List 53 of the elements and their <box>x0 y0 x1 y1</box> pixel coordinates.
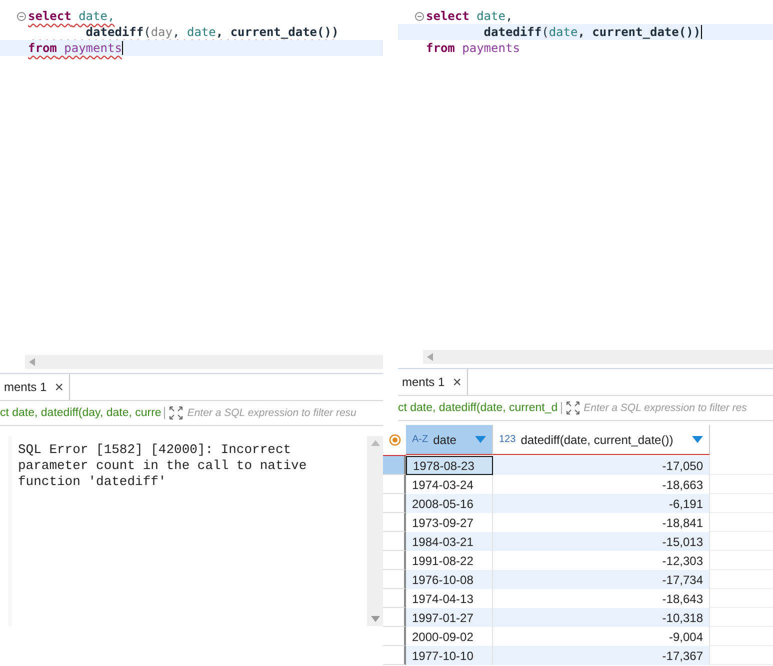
row-header[interactable] <box>383 456 406 475</box>
sql-editor[interactable]: select date, datediff(date, current_date()) from payments <box>398 0 773 350</box>
row-header[interactable] <box>383 646 406 665</box>
row-header[interactable] <box>383 475 406 494</box>
vertical-scrollbar[interactable] <box>367 436 383 626</box>
query-text: ct date, datediff(date, current_d <box>398 402 562 414</box>
table-cell: -17,734 <box>493 570 710 589</box>
code-line: from payments <box>28 41 122 55</box>
text-cursor <box>122 41 124 55</box>
table-cell: -17,367 <box>493 646 710 665</box>
collapse-icon[interactable] <box>17 12 26 20</box>
scroll-left-icon[interactable] <box>29 358 35 366</box>
table-cell: -15,013 <box>493 532 710 551</box>
row-header[interactable] <box>383 589 406 608</box>
row-header[interactable] <box>383 532 406 551</box>
table-cell: 1978-08-23 <box>406 456 493 475</box>
text-cursor <box>700 25 702 39</box>
row-header[interactable] <box>383 570 406 589</box>
row-header[interactable] <box>383 513 406 532</box>
sql-editor[interactable]: select date, datediff(day, date, current_date()) from payments <box>0 0 383 355</box>
table-cell: 1997-01-27 <box>406 608 493 627</box>
code-line: datediff(day, date, current_date()) <box>84 25 339 39</box>
expand-icon[interactable] <box>169 406 184 420</box>
table-cell: -6,191 <box>493 494 710 513</box>
scroll-down-icon[interactable] <box>370 616 380 622</box>
scroll-left-icon[interactable] <box>427 353 433 361</box>
close-icon[interactable]: × <box>54 378 64 396</box>
column-header[interactable]: 123 datediff(date, current_date()) <box>493 425 710 455</box>
table-cell: 1976-10-08 <box>406 570 493 589</box>
row-header[interactable] <box>383 551 406 570</box>
table-cell: -17,050 <box>493 456 710 475</box>
table-cell: -10,318 <box>493 608 710 627</box>
column-header[interactable]: A-Z date <box>406 425 493 455</box>
close-icon[interactable]: × <box>452 374 462 390</box>
code-line: select date, <box>426 9 513 23</box>
row-header[interactable] <box>383 627 406 646</box>
sort-icon <box>475 436 486 443</box>
sort-icon <box>692 436 703 443</box>
table-cell: 1984-03-21 <box>406 532 493 551</box>
row-header[interactable] <box>383 608 406 627</box>
table-cell: 1977-10-10 <box>406 646 493 665</box>
code-line: select date, <box>28 9 115 23</box>
error-message: SQL Error [1582] [42000]: Incorrect parameter count in the call to native function 'datediff' <box>12 436 367 626</box>
expand-icon[interactable] <box>566 401 580 415</box>
record-icon[interactable] <box>388 434 400 446</box>
collapse-icon[interactable] <box>415 12 424 20</box>
horizontal-scrollbar[interactable] <box>25 355 383 369</box>
code-line: datediff(date, current_date()) <box>482 25 701 39</box>
horizontal-scrollbar[interactable] <box>423 350 773 364</box>
query-text: ct date, datediff(day, date, curre <box>0 407 166 419</box>
row-header[interactable] <box>383 494 406 513</box>
table-cell: 2008-05-16 <box>406 494 493 513</box>
code-line: from payments <box>426 41 520 55</box>
